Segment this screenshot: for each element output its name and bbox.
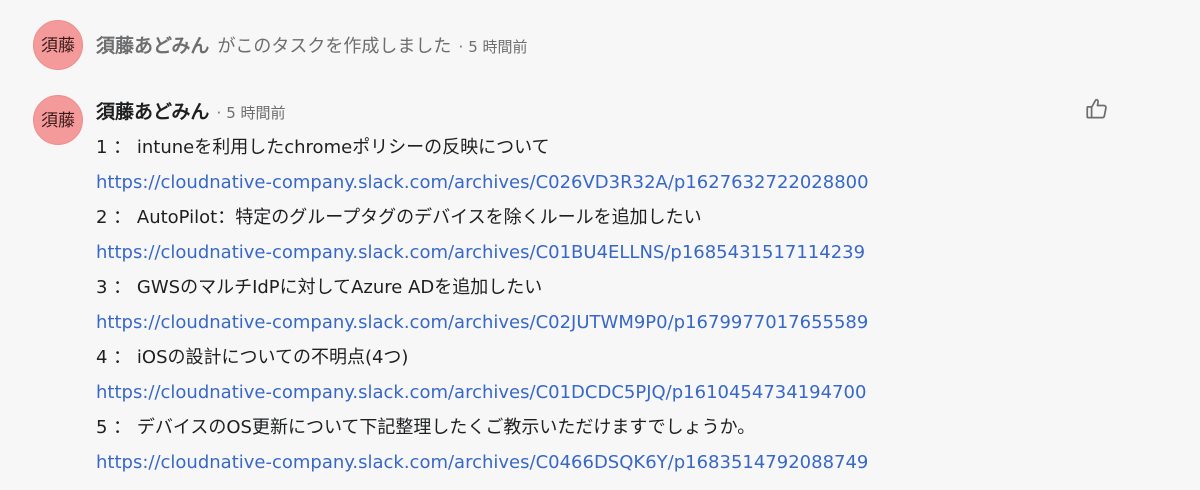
thumbs-up-icon <box>1086 98 1107 119</box>
task-activity-feed: 須藤 須藤あどみん がこのタスクを作成しました · 5 時間前 須藤 須藤あどみ… <box>0 0 1200 490</box>
slack-link[interactable]: https://cloudnative-company.slack.com/ar… <box>96 452 868 473</box>
list-item-text: 2 ： AutoPilot：特定のグループタグのデバイスを除くルールを追加したい <box>96 207 702 228</box>
list-item-text: 3 ： GWSのマルチIdPに対してAzure ADを追加したい <box>96 277 543 298</box>
comment-author-avatar[interactable]: 須藤 <box>33 95 83 145</box>
list-item-text: 1 ： intuneを利用したchromeポリシーの反映について <box>96 137 550 158</box>
task-created-story: 須藤あどみん がこのタスクを作成しました · 5 時間前 <box>96 31 528 57</box>
list-item-text: 5 ： デバイスのOS更新について下記整理したくご教示いただけますでしょうか。 <box>96 417 756 438</box>
slack-link[interactable]: https://cloudnative-company.slack.com/ar… <box>96 242 865 263</box>
like-button[interactable] <box>1084 96 1110 122</box>
slack-link[interactable]: https://cloudnative-company.slack.com/ar… <box>96 382 866 403</box>
slack-link[interactable]: https://cloudnative-company.slack.com/ar… <box>96 172 869 193</box>
story-text: がこのタスクを作成しました <box>217 36 452 57</box>
comment-timestamp: 5 時間前 <box>226 104 286 122</box>
story-author-name[interactable]: 須藤あどみん <box>96 31 209 58</box>
list-item-text: 4 ： iOSの設計についての不明点(4つ) <box>96 347 409 368</box>
story-separator: · <box>458 38 464 56</box>
story-author-avatar[interactable]: 須藤 <box>33 20 83 70</box>
comment-body: 1 ： intuneを利用したchromeポリシーの反映について https:/… <box>96 130 1096 480</box>
comment-separator: · <box>216 104 222 122</box>
story-timestamp: 5 時間前 <box>468 38 528 56</box>
slack-link[interactable]: https://cloudnative-company.slack.com/ar… <box>96 312 868 333</box>
comment-author-name[interactable]: 須藤あどみん <box>96 97 209 124</box>
comment-header: 須藤あどみん · 5 時間前 <box>96 97 286 123</box>
